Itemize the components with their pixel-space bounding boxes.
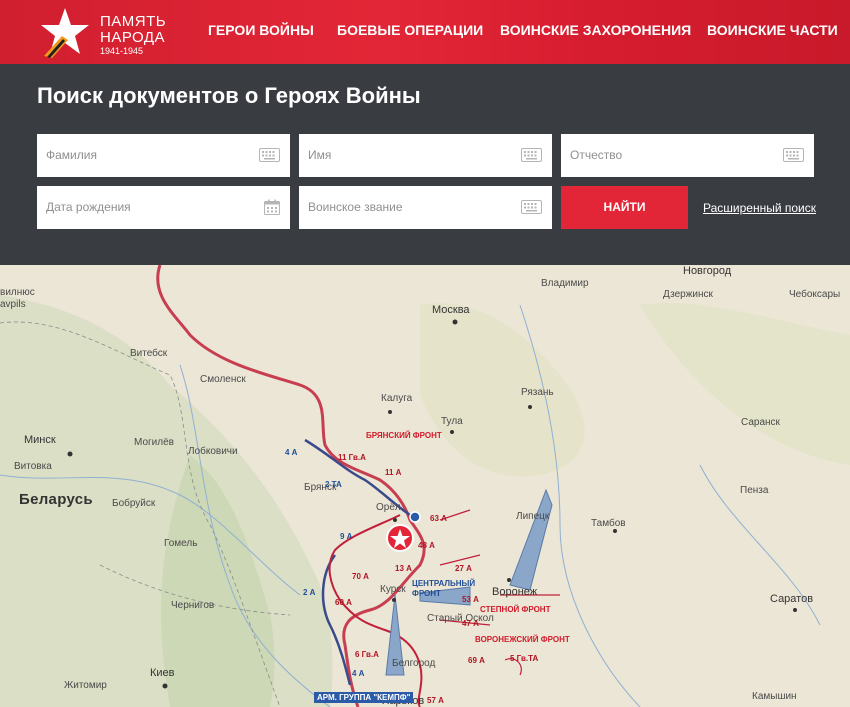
army-label[interactable]: 6 Гв.А: [355, 650, 379, 659]
nav-military-burials[interactable]: ВОИНСКИЕ ЗАХОРОНЕНИЯ: [500, 22, 691, 38]
nav-combat-operations[interactable]: БОЕВЫЕ ОПЕРАЦИИ: [337, 22, 483, 38]
logo-line-1: ПАМЯТЬ: [100, 13, 167, 30]
map-label-kiev: Киев: [150, 667, 175, 679]
front-label-steppe[interactable]: СТЕПНОЙ ФРОНТ: [480, 605, 550, 614]
army-label[interactable]: 2 А: [303, 588, 315, 597]
map-label-mogilev: Могилёв: [134, 437, 174, 448]
birth-date-field[interactable]: Дата рождения: [37, 186, 290, 229]
army-label[interactable]: 69 А: [468, 656, 485, 665]
army-label[interactable]: 27 А: [455, 564, 472, 573]
map-label-belgorod: Белгород: [392, 658, 436, 669]
keyboard-icon[interactable]: [783, 148, 804, 162]
rank-placeholder: Воинское звание: [308, 200, 403, 214]
find-button[interactable]: НАЙТИ: [561, 186, 688, 229]
map-label-bobruisk: Бобруйск: [112, 498, 156, 509]
keyboard-icon[interactable]: [259, 148, 280, 162]
map-label-tula: Тула: [441, 416, 463, 427]
keyboard-icon[interactable]: [521, 148, 542, 162]
map-label-vladimir: Владимир: [541, 278, 589, 289]
army-label[interactable]: 2 ТА: [325, 480, 342, 489]
army-label[interactable]: 60 А: [335, 598, 352, 607]
map-label-orel: Орёл: [376, 502, 401, 513]
army-label[interactable]: 5 Гв.ТА: [510, 654, 538, 663]
map-label-kaluga: Калуга: [381, 393, 413, 404]
map-label-belarus: Беларусь: [19, 491, 93, 508]
surname-field[interactable]: Фамилия: [37, 134, 290, 177]
map-label-dzerzhinsk: Дзержинск: [663, 289, 713, 300]
map-label-ryazan: Рязань: [521, 387, 554, 398]
top-navigation-bar: ПАМЯТЬ НАРОДА 1941-1945 ГЕРОИ ВОЙНЫ БОЕВ…: [0, 0, 850, 64]
army-label[interactable]: 4 А: [285, 448, 297, 457]
army-label[interactable]: 11 Гв.А: [338, 453, 366, 462]
map-label-novgorod: Новгород: [683, 265, 732, 277]
map-label-stary-oskol: Старый Оскол: [427, 613, 494, 624]
map-label-vilnius-fragment: вилнюс: [0, 287, 35, 298]
army-label[interactable]: 48 А: [418, 541, 435, 550]
nav-military-units[interactable]: ВОИНСКИЕ ЧАСТИ: [707, 22, 838, 38]
army-label[interactable]: 9 А: [340, 532, 352, 541]
map-label-penza: Пенза: [740, 485, 769, 496]
map-label-kursk: Курск: [380, 584, 406, 595]
army-label[interactable]: 11 А: [385, 468, 401, 477]
battle-map[interactable]: Новгород Владимир Дзержинск Чебоксары ви…: [0, 265, 850, 707]
calendar-icon[interactable]: [264, 199, 280, 215]
logo-line-2: НАРОДА: [100, 29, 166, 46]
front-label-bryansk[interactable]: БРЯНСКИЙ ФРОНТ: [366, 431, 442, 440]
name-placeholder: Имя: [308, 148, 332, 162]
map-label-gomel: Гомель: [164, 538, 198, 549]
advanced-search-link[interactable]: Расширенный поиск: [703, 201, 816, 215]
army-label[interactable]: 47 А: [462, 619, 479, 628]
map-label-voronezh: Воронеж: [492, 586, 538, 598]
map-graphics: [0, 265, 850, 707]
army-label[interactable]: 13 А: [395, 564, 412, 573]
search-title: Поиск документов о Героях Войны: [37, 83, 421, 108]
army-label[interactable]: 53 А: [462, 595, 479, 604]
army-label[interactable]: 57 А: [427, 696, 444, 705]
map-label-saratov: Саратов: [770, 593, 814, 605]
army-label[interactable]: 63 А: [430, 514, 447, 523]
map-label-zhitomir: Житомир: [64, 680, 107, 691]
map-label-saransk: Саранск: [741, 417, 780, 428]
map-label-tambov: Тамбов: [591, 518, 626, 529]
search-panel: Поиск документов о Героях Войны Фамилия …: [0, 64, 850, 265]
army-label[interactable]: 70 А: [352, 572, 369, 581]
map-label-smolensk: Смоленск: [200, 374, 246, 385]
rank-field[interactable]: Воинское звание: [299, 186, 552, 229]
surname-placeholder: Фамилия: [46, 148, 97, 162]
site-logo[interactable]: ПАМЯТЬ НАРОДА 1941-1945: [38, 6, 178, 58]
logo-years: 1941-1945: [100, 46, 144, 56]
map-label-kamyshin: Камышин: [752, 691, 797, 702]
front-label-voronezh[interactable]: ВОРОНЕЖСКИЙ ФРОНТ: [475, 635, 570, 644]
map-label-lobkovichi: Лобковичи: [188, 446, 238, 457]
keyboard-icon[interactable]: [521, 200, 542, 214]
map-label-minsk: Минск: [24, 434, 56, 446]
map-label-lipetsk: Липецк: [516, 511, 550, 522]
army-label[interactable]: 4 А: [352, 669, 364, 678]
map-label-vitebsk: Витебск: [130, 348, 168, 359]
patronymic-field[interactable]: Отчество: [561, 134, 814, 177]
star-ribbon-logo-icon: [41, 8, 89, 58]
name-field[interactable]: Имя: [299, 134, 552, 177]
birth-date-placeholder: Дата рождения: [46, 200, 131, 214]
front-label-kempf[interactable]: АРМ. ГРУППА "КЕМПФ": [314, 692, 414, 703]
map-label-vitovka: Витовка: [14, 461, 52, 472]
map-label-chernigov: Чернигов: [171, 600, 215, 611]
patronymic-placeholder: Отчество: [570, 148, 623, 162]
map-label-cheboksary: Чебоксары: [789, 289, 841, 300]
map-label-avpils-fragment: avpils: [0, 299, 26, 310]
map-label-moscow: Москва: [432, 304, 470, 316]
nav-heroes-of-war[interactable]: ГЕРОИ ВОЙНЫ: [208, 22, 314, 38]
